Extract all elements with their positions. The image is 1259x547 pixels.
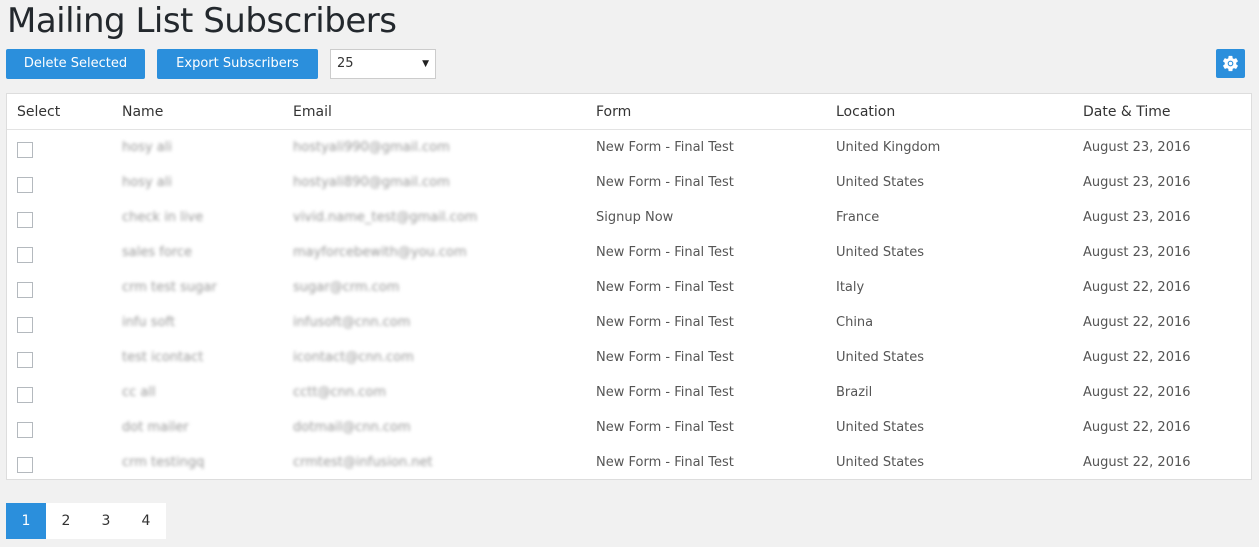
header-location[interactable]: Location (836, 94, 1083, 130)
header-form[interactable]: Form (596, 94, 836, 130)
subscriber-name: infu soft (122, 315, 175, 330)
subscriber-location: France (836, 210, 880, 225)
per-page-select[interactable]: 25 ▼ (330, 49, 436, 79)
subscriber-name: hosy ali (122, 175, 172, 190)
table-row: crm testingq crmtest@infusion.net New Fo… (7, 445, 1251, 480)
table-row: test icontact icontact@cnn.com New Form … (7, 340, 1251, 375)
page-button-2[interactable]: 2 (46, 503, 86, 539)
header-name[interactable]: Name (122, 94, 293, 130)
per-page-value: 25 (337, 56, 354, 71)
subscriber-date: August 22, 2016 (1083, 420, 1191, 435)
row-checkbox[interactable] (17, 421, 33, 438)
subscriber-email: sugar@crm.com (293, 280, 400, 295)
subscriber-date: August 22, 2016 (1083, 280, 1191, 295)
subscriber-location: China (836, 315, 874, 330)
subscriber-date: August 23, 2016 (1083, 245, 1191, 260)
header-email[interactable]: Email (293, 94, 596, 130)
subscriber-form: New Form - Final Test (596, 140, 734, 155)
chevron-down-icon: ▼ (422, 59, 429, 69)
subscriber-email: mayforcebewith@you.com (293, 245, 467, 260)
subscriber-email: infusoft@cnn.com (293, 315, 411, 330)
table-row: sales force mayforcebewith@you.com New F… (7, 235, 1251, 270)
subscriber-location: United States (836, 175, 925, 190)
row-checkbox[interactable] (17, 211, 33, 228)
table-row: infu soft infusoft@cnn.com New Form - Fi… (7, 305, 1251, 340)
subscriber-form: New Form - Final Test (596, 280, 734, 295)
header-select[interactable]: Select (7, 94, 122, 130)
subscriber-location: United States (836, 455, 925, 470)
table-row: hosy ali hostyali990@gmail.com New Form … (7, 130, 1251, 166)
gear-icon (1223, 55, 1238, 72)
subscriber-email: dotmail@cnn.com (293, 420, 411, 435)
row-checkbox[interactable] (17, 386, 33, 403)
row-checkbox[interactable] (17, 456, 33, 473)
subscriber-email: hostyali990@gmail.com (293, 140, 450, 155)
page-button-3[interactable]: 3 (86, 503, 126, 539)
settings-button[interactable] (1216, 49, 1245, 78)
subscriber-email: hostyali890@gmail.com (293, 175, 450, 190)
subscriber-name: sales force (122, 245, 192, 260)
page-button-4[interactable]: 4 (126, 503, 166, 539)
subscriber-form: New Form - Final Test (596, 350, 734, 365)
delete-selected-button[interactable]: Delete Selected (6, 49, 145, 79)
subscriber-email: crmtest@infusion.net (293, 455, 433, 470)
subscriber-location: Brazil (836, 385, 873, 400)
subscriber-name: test icontact (122, 350, 204, 365)
subscriber-date: August 23, 2016 (1083, 175, 1191, 190)
subscriber-form: New Form - Final Test (596, 420, 734, 435)
subscriber-date: August 22, 2016 (1083, 455, 1191, 470)
export-subscribers-button[interactable]: Export Subscribers (157, 49, 318, 79)
page-title: Mailing List Subscribers (7, 1, 397, 41)
subscriber-name: dot mailer (122, 420, 189, 435)
page-button-1[interactable]: 1 (6, 503, 46, 539)
subscriber-location: United Kingdom (836, 140, 941, 155)
subscriber-name: hosy ali (122, 140, 172, 155)
row-checkbox[interactable] (17, 141, 33, 158)
header-date-time[interactable]: Date & Time (1083, 94, 1251, 130)
subscriber-location: United States (836, 420, 925, 435)
subscriber-form: New Form - Final Test (596, 245, 734, 260)
pagination: 1 2 3 4 (6, 503, 166, 539)
table-row: crm test sugar sugar@crm.com New Form - … (7, 270, 1251, 305)
table-row: cc all cctt@cnn.com New Form - Final Tes… (7, 375, 1251, 410)
table-row: check in live vivid.name_test@gmail.com … (7, 200, 1251, 235)
subscriber-name: crm test sugar (122, 280, 217, 295)
subscriber-email: cctt@cnn.com (293, 385, 387, 400)
subscriber-location: United States (836, 350, 925, 365)
subscriber-location: United States (836, 245, 925, 260)
subscriber-email: vivid.name_test@gmail.com (293, 210, 478, 225)
subscriber-date: August 23, 2016 (1083, 140, 1191, 155)
subscriber-date: August 22, 2016 (1083, 315, 1191, 330)
subscriber-name: crm testingq (122, 455, 205, 470)
subscriber-form: New Form - Final Test (596, 315, 734, 330)
row-checkbox[interactable] (17, 316, 33, 333)
row-checkbox[interactable] (17, 351, 33, 368)
subscriber-form: New Form - Final Test (596, 385, 734, 400)
row-checkbox[interactable] (17, 281, 33, 298)
table-header-row: Select Name Email Form Location Date & T… (7, 94, 1251, 130)
subscriber-name: check in live (122, 210, 204, 225)
row-checkbox[interactable] (17, 246, 33, 263)
subscribers-table: Select Name Email Form Location Date & T… (6, 93, 1252, 480)
subscriber-form: New Form - Final Test (596, 175, 734, 190)
subscriber-date: August 22, 2016 (1083, 350, 1191, 365)
subscriber-date: August 23, 2016 (1083, 210, 1191, 225)
subscriber-form: Signup Now (596, 210, 674, 225)
subscriber-name: cc all (122, 385, 156, 400)
subscriber-date: August 22, 2016 (1083, 385, 1191, 400)
table-row: hosy ali hostyali890@gmail.com New Form … (7, 165, 1251, 200)
subscriber-email: icontact@cnn.com (293, 350, 414, 365)
table-row: dot mailer dotmail@cnn.com New Form - Fi… (7, 410, 1251, 445)
row-checkbox[interactable] (17, 176, 33, 193)
subscriber-form: New Form - Final Test (596, 455, 734, 470)
subscriber-location: Italy (836, 280, 865, 295)
